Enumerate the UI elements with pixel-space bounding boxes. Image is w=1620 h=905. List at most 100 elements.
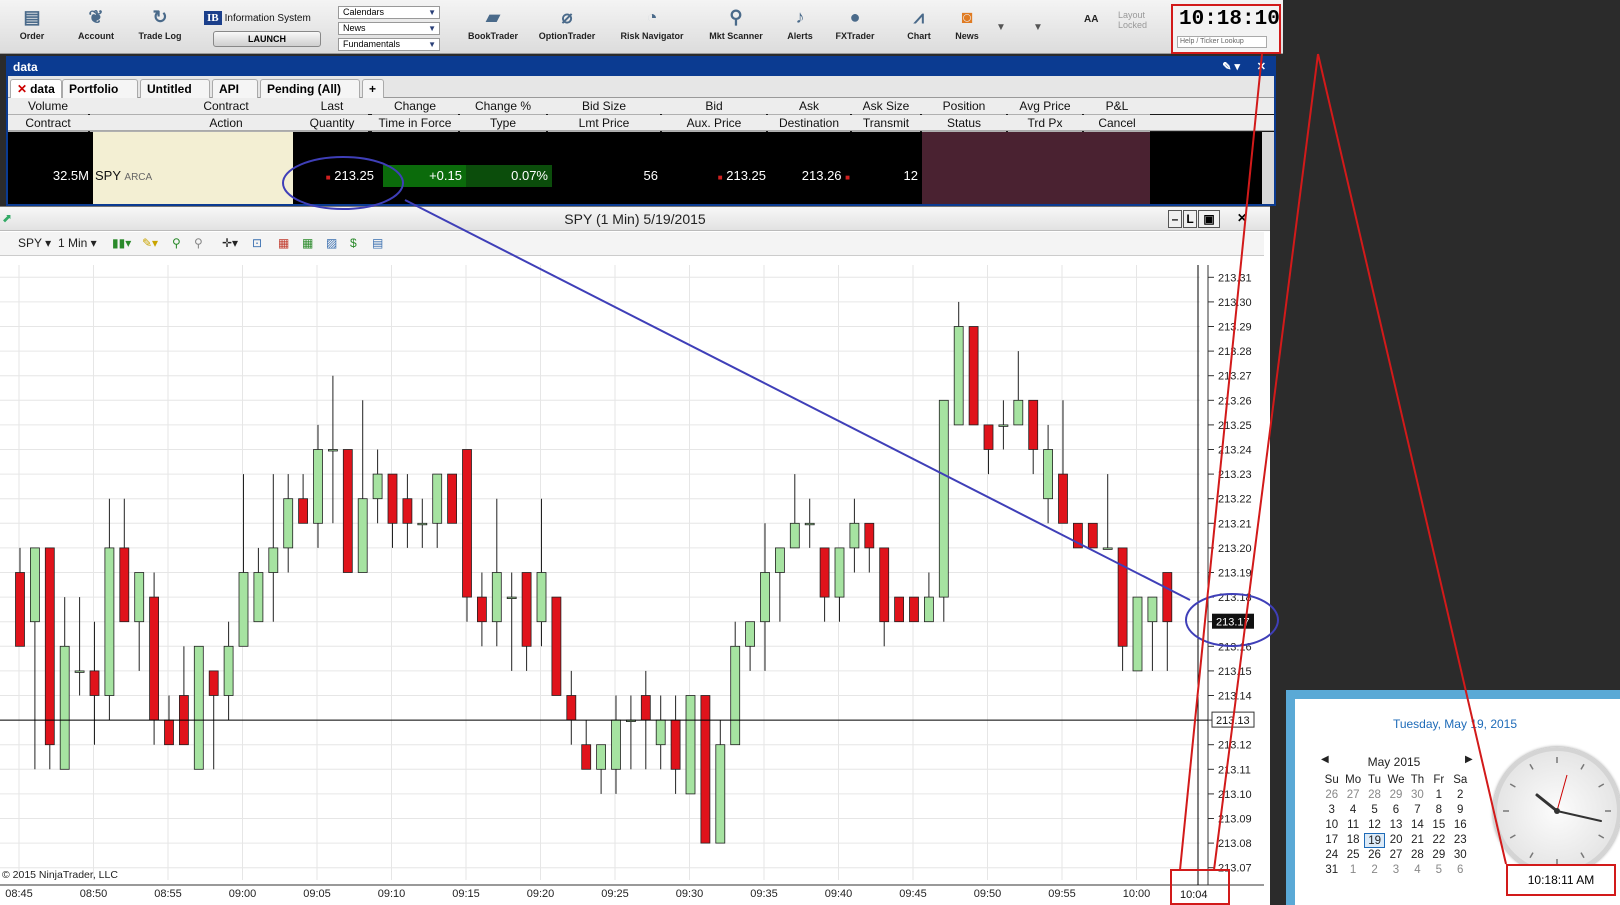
calendar-day[interactable]: 2 <box>1450 788 1471 803</box>
candle-up[interactable] <box>134 572 145 623</box>
calendar-day[interactable]: 2 <box>1364 863 1385 878</box>
candle-down[interactable] <box>640 695 651 721</box>
candle-up[interactable] <box>760 572 770 623</box>
candle-up[interactable] <box>938 399 949 598</box>
candle-up[interactable] <box>327 449 338 452</box>
calendar-day[interactable]: 18 <box>1342 833 1363 848</box>
candle-down[interactable] <box>968 326 979 426</box>
candle-down[interactable] <box>1117 547 1128 647</box>
candle-up[interactable] <box>804 522 815 526</box>
calendar-day[interactable]: 1 <box>1428 788 1449 803</box>
candle-down[interactable] <box>581 744 592 770</box>
candle-down[interactable] <box>864 522 875 549</box>
candle-up[interactable] <box>849 522 860 549</box>
candle-up[interactable] <box>685 695 696 795</box>
candle-down[interactable] <box>15 572 25 647</box>
candle-up[interactable] <box>29 547 40 623</box>
candle-down[interactable] <box>700 695 711 844</box>
candle-up[interactable] <box>730 645 741 746</box>
candle-down[interactable] <box>551 596 562 696</box>
candle-up[interactable] <box>193 645 204 770</box>
calendar-day[interactable]: 21 <box>1407 833 1428 848</box>
calendar-day[interactable]: 1 <box>1342 863 1363 878</box>
candle-down[interactable] <box>298 498 309 524</box>
candle-up[interactable] <box>715 744 726 844</box>
candle-up[interactable] <box>491 572 502 623</box>
next-month-icon[interactable]: ▶ <box>1465 754 1473 765</box>
candle-down[interactable] <box>819 547 830 598</box>
candle-down[interactable] <box>1028 399 1039 450</box>
calendar-day[interactable]: 5 <box>1364 803 1385 818</box>
calendar-day[interactable]: 6 <box>1450 863 1471 878</box>
candle-up[interactable] <box>834 547 845 598</box>
candle-up[interactable] <box>238 572 249 647</box>
candle-up[interactable] <box>104 547 115 696</box>
candle-up[interactable] <box>611 719 621 770</box>
calendar-day[interactable]: 29 <box>1385 788 1406 803</box>
candle-down[interactable] <box>119 547 130 623</box>
candle-down[interactable] <box>894 596 904 623</box>
calendar-day[interactable]: 10 <box>1321 818 1342 833</box>
candle-down[interactable] <box>1087 522 1098 549</box>
calendar-day[interactable]: 22 <box>1428 833 1449 848</box>
candle-up[interactable] <box>1013 399 1024 426</box>
candle-up[interactable] <box>1132 596 1143 672</box>
calendar-day[interactable]: 23 <box>1450 833 1471 848</box>
candle-down[interactable] <box>670 719 681 770</box>
calendar-month-label[interactable]: May 2015 <box>1319 755 1469 769</box>
candle-down[interactable] <box>983 424 994 450</box>
candle-up[interactable] <box>745 621 755 647</box>
calendar-day[interactable]: 4 <box>1407 863 1428 878</box>
candle-down[interactable] <box>1058 473 1068 524</box>
candle-up[interactable] <box>1147 596 1158 623</box>
candle-down[interactable] <box>521 572 532 647</box>
candle-down[interactable] <box>447 473 458 524</box>
calendar-day[interactable]: 16 <box>1450 818 1471 833</box>
calendar-day[interactable]: 26 <box>1321 788 1342 803</box>
candle-down[interactable] <box>44 547 55 746</box>
candle-up[interactable] <box>253 572 264 623</box>
candle-up[interactable] <box>789 522 800 549</box>
calendar-day[interactable]: 24 <box>1321 848 1342 863</box>
calendar-day[interactable]: 17 <box>1321 833 1342 848</box>
calendar-day[interactable]: 25 <box>1342 848 1363 863</box>
candle-up[interactable] <box>59 645 70 770</box>
candle-up[interactable] <box>536 572 547 623</box>
candle-up[interactable] <box>953 326 964 426</box>
candle-up[interactable] <box>313 449 323 524</box>
calendar-day[interactable]: 31 <box>1321 863 1342 878</box>
candle-down[interactable] <box>208 670 219 696</box>
calendar-day[interactable]: 28 <box>1407 848 1428 863</box>
candle-up[interactable] <box>596 744 606 770</box>
calendar-day[interactable]: 12 <box>1364 818 1385 833</box>
candle-up[interactable] <box>1102 547 1113 550</box>
calendar-day[interactable]: 27 <box>1385 848 1406 863</box>
calendar-day[interactable]: 7 <box>1407 803 1428 818</box>
candle-down[interactable] <box>387 473 398 524</box>
calendar-day[interactable]: 28 <box>1364 788 1385 803</box>
calendar-day[interactable]: 8 <box>1428 803 1449 818</box>
calendar-day[interactable]: 9 <box>1450 803 1471 818</box>
candle-up[interactable] <box>998 424 1009 427</box>
calendar-day[interactable]: 14 <box>1407 818 1428 833</box>
candle-up[interactable] <box>74 670 85 673</box>
candle-up[interactable] <box>506 596 517 599</box>
candle-down[interactable] <box>909 596 919 623</box>
candle-down[interactable] <box>566 695 577 721</box>
calendar-day[interactable]: 6 <box>1385 803 1406 818</box>
candle-up[interactable] <box>357 498 368 573</box>
candle-down[interactable] <box>149 596 160 721</box>
calendar-day[interactable]: 15 <box>1428 818 1449 833</box>
calendar-day[interactable]: 27 <box>1342 788 1363 803</box>
candle-up[interactable] <box>372 473 383 500</box>
candle-up[interactable] <box>655 719 666 746</box>
calendar-day[interactable]: 11 <box>1342 818 1363 833</box>
candlestick-chart[interactable]: 08:45 08:50 08:55 09:00 09:05 09:10 09:15 09:20… <box>0 0 1270 905</box>
calendar-day[interactable]: 5 <box>1428 863 1449 878</box>
calendar-day[interactable]: 26 <box>1364 848 1385 863</box>
calendar-day[interactable]: 29 <box>1428 848 1449 863</box>
calendar-long-date[interactable]: Tuesday, May 19, 2015 <box>1295 717 1615 731</box>
calendar-day[interactable]: 13 <box>1385 818 1406 833</box>
candle-down[interactable] <box>879 547 890 623</box>
candle-down[interactable] <box>89 670 100 696</box>
